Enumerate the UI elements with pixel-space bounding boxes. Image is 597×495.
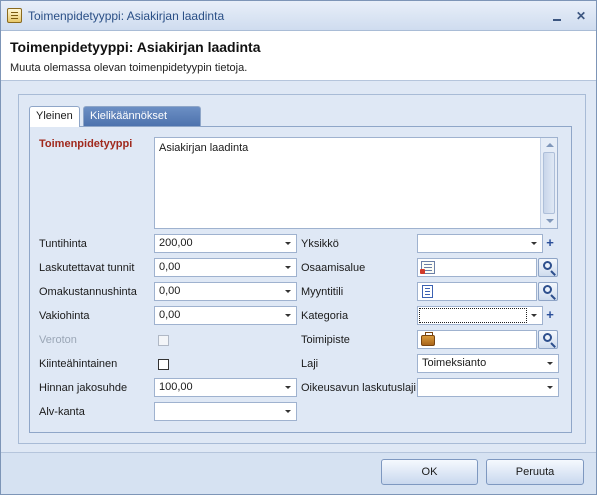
yksikko-label: Yksikkö (301, 238, 339, 250)
osaamisalue-input[interactable] (417, 258, 537, 277)
magnifier-icon (543, 333, 552, 342)
tuntihinta-label: Tuntihinta (39, 238, 87, 250)
kategoria-select[interactable] (417, 306, 543, 325)
chevron-down-icon[interactable] (285, 314, 291, 317)
document-icon (420, 261, 435, 274)
dialog-header: Toimenpidetyyppi: Asiakirjan laadinta Mu… (1, 31, 596, 81)
magnifier-icon (543, 261, 552, 270)
chevron-down-icon[interactable] (285, 410, 291, 413)
chevron-down-icon[interactable] (547, 362, 553, 365)
toimenpidetyyppi-label: Toimenpidetyyppi (39, 138, 133, 150)
chevron-down-icon[interactable] (285, 290, 291, 293)
tuntihinta-input[interactable]: 200,00 (154, 234, 297, 253)
oikeusavun-laskutuslaji-label: Oikeusavun laskutuslaji (301, 382, 416, 394)
toimipiste-input[interactable] (417, 330, 537, 349)
scroll-down-icon[interactable] (546, 219, 554, 223)
window-title: Toimenpidetyyppi: Asiakirjan laadinta (28, 9, 225, 23)
oikeusavun-laskutuslaji-select[interactable] (417, 378, 559, 397)
chevron-down-icon[interactable] (547, 386, 553, 389)
hinnan-jakosuhde-input[interactable]: 100,00 (154, 378, 297, 397)
tuntihinta-value: 200,00 (159, 237, 193, 249)
dialog-window: Toimenpidetyyppi: Asiakirjan laadinta ✕ … (0, 0, 597, 495)
vakiohinta-label: Vakiohinta (39, 310, 90, 322)
alv-kanta-select[interactable] (154, 402, 297, 421)
title-bar: Toimenpidetyyppi: Asiakirjan laadinta ✕ (1, 1, 596, 31)
veroton-label: Veroton (39, 334, 77, 346)
laskutettavat-tunnit-label: Laskutettavat tunnit (39, 262, 135, 274)
ledger-icon (422, 285, 433, 298)
laskutettavat-tunnit-input[interactable]: 0,00 (154, 258, 297, 277)
toimenpidetyyppi-value: Asiakirjan laadinta (159, 142, 249, 154)
laji-select[interactable]: Toimeksianto (417, 354, 559, 373)
chevron-down-icon[interactable] (285, 242, 291, 245)
tab-general[interactable]: Yleinen (29, 106, 80, 127)
vakiohinta-value: 0,00 (159, 309, 181, 321)
kiinteahintainen-checkbox[interactable] (158, 359, 169, 370)
minimize-button[interactable] (550, 9, 564, 23)
hinnan-jakosuhde-label: Hinnan jakosuhde (39, 382, 128, 394)
myyntitili-search-button[interactable] (538, 282, 558, 301)
app-icon (7, 8, 22, 23)
briefcase-icon (421, 332, 435, 346)
kiinteahintainen-label: Kiinteähintainen (39, 358, 118, 370)
add-kategoria-plus-icon[interactable]: + (544, 308, 556, 321)
myyntitili-label: Myyntitili (301, 286, 344, 298)
toimipiste-search-button[interactable] (538, 330, 558, 349)
veroton-checkbox[interactable] (158, 335, 169, 346)
scroll-up-icon[interactable] (546, 143, 554, 147)
cancel-button[interactable]: Peruuta (486, 459, 584, 485)
laji-value: Toimeksianto (422, 357, 487, 369)
toimenpidetyyppi-textarea[interactable]: Asiakirjan laadinta (154, 137, 558, 229)
osaamisalue-search-button[interactable] (538, 258, 558, 277)
tab-translations[interactable]: Kielikäännökset (83, 106, 201, 126)
kategoria-label: Kategoria (301, 310, 349, 322)
chevron-down-icon[interactable] (285, 386, 291, 389)
toimipiste-label: Toimipiste (301, 334, 350, 346)
chevron-down-icon[interactable] (531, 314, 537, 317)
ok-button[interactable]: OK (381, 459, 478, 485)
myyntitili-input[interactable] (417, 282, 537, 301)
kategoria-focus-frame (419, 308, 527, 323)
chevron-down-icon[interactable] (531, 242, 537, 245)
vakiohinta-input[interactable]: 0,00 (154, 306, 297, 325)
header-title: Toimenpidetyyppi: Asiakirjan laadinta (10, 39, 261, 55)
close-button[interactable]: ✕ (574, 9, 588, 23)
chevron-down-icon[interactable] (285, 266, 291, 269)
add-yksikko-plus-icon[interactable]: + (544, 236, 556, 249)
omakustannushinta-label: Omakustannushinta (39, 286, 137, 298)
laskutettavat-tunnit-value: 0,00 (159, 261, 181, 273)
header-subtitle: Muuta olemassa olevan toimenpidetyypin t… (10, 62, 248, 74)
alv-kanta-label: Alv-kanta (39, 406, 85, 418)
hinnan-jakosuhde-value: 100,00 (159, 381, 193, 393)
omakustannushinta-input[interactable]: 0,00 (154, 282, 297, 301)
laji-label: Laji (301, 358, 319, 370)
yksikko-select[interactable] (417, 234, 543, 253)
osaamisalue-label: Osaamisalue (301, 262, 366, 274)
magnifier-icon (543, 285, 552, 294)
omakustannushinta-value: 0,00 (159, 285, 181, 297)
scroll-thumb[interactable] (543, 152, 555, 214)
textarea-scrollbar[interactable] (540, 138, 557, 228)
